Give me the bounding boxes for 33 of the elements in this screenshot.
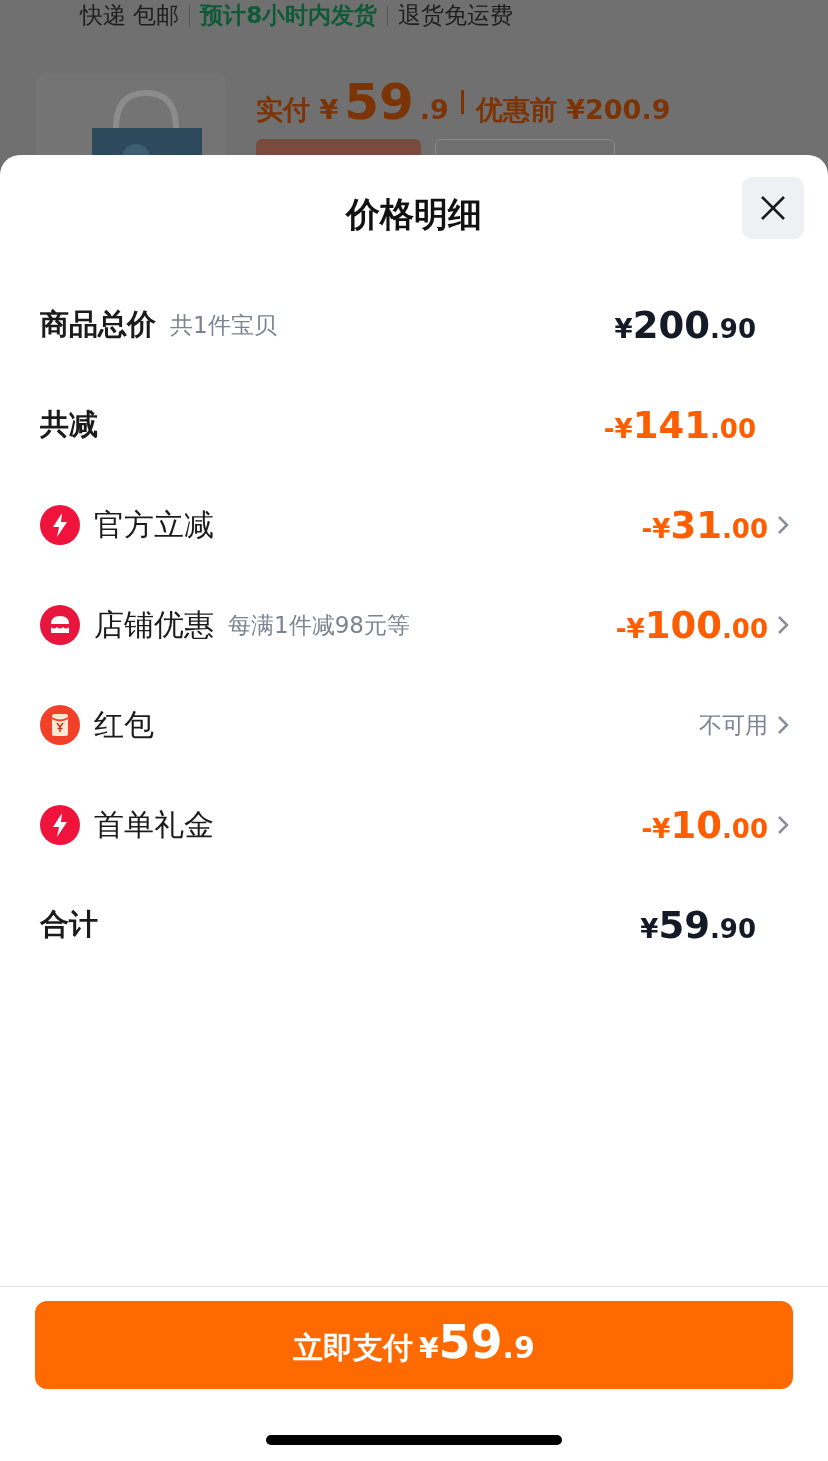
amount: -¥31.00 xyxy=(641,503,768,547)
pay-button[interactable]: 立即支付 ¥59.9 xyxy=(35,1301,793,1389)
delivery-info: 快递 包邮 xyxy=(80,1,180,30)
lightning-icon xyxy=(40,805,80,845)
amount: ¥59.90 xyxy=(640,903,756,947)
row-label: 合计 xyxy=(40,906,98,943)
row-label: 官方立减 xyxy=(94,505,214,544)
amount: -¥141.00 xyxy=(603,403,756,447)
amount: -¥100.00 xyxy=(615,603,768,647)
chevron-right-icon xyxy=(776,614,790,636)
lightning-icon xyxy=(40,505,80,545)
delivery-info: 预计8小时内发货 xyxy=(200,1,378,30)
row-note: 每满1件减98元等 xyxy=(228,610,410,640)
chevron-right-icon xyxy=(776,714,790,736)
sheet-title: 价格明细 xyxy=(346,193,482,236)
amount: -¥10.00 xyxy=(641,803,768,847)
chevron-right-icon xyxy=(776,514,790,536)
row-label: 首单礼金 xyxy=(94,805,214,844)
row-label: 店铺优惠 xyxy=(94,605,214,644)
delivery-info: 退货免运费 xyxy=(398,1,514,30)
amount: ¥200.90 xyxy=(614,303,756,347)
row-label: 共减 xyxy=(40,406,98,443)
chevron-right-icon xyxy=(776,814,790,836)
close-button[interactable] xyxy=(742,177,804,239)
original-price: 优惠前 ¥200.9 xyxy=(475,93,671,127)
row-label: 红包 xyxy=(94,705,154,744)
paid-price: 实付 ¥59.9 xyxy=(256,73,449,131)
row-note: 共1件宝贝 xyxy=(170,310,277,340)
row-label: 商品总价 xyxy=(40,306,156,343)
close-icon xyxy=(760,195,786,221)
store-icon xyxy=(40,605,80,645)
status-text: 不可用 xyxy=(699,710,768,740)
envelope-icon xyxy=(40,705,80,745)
